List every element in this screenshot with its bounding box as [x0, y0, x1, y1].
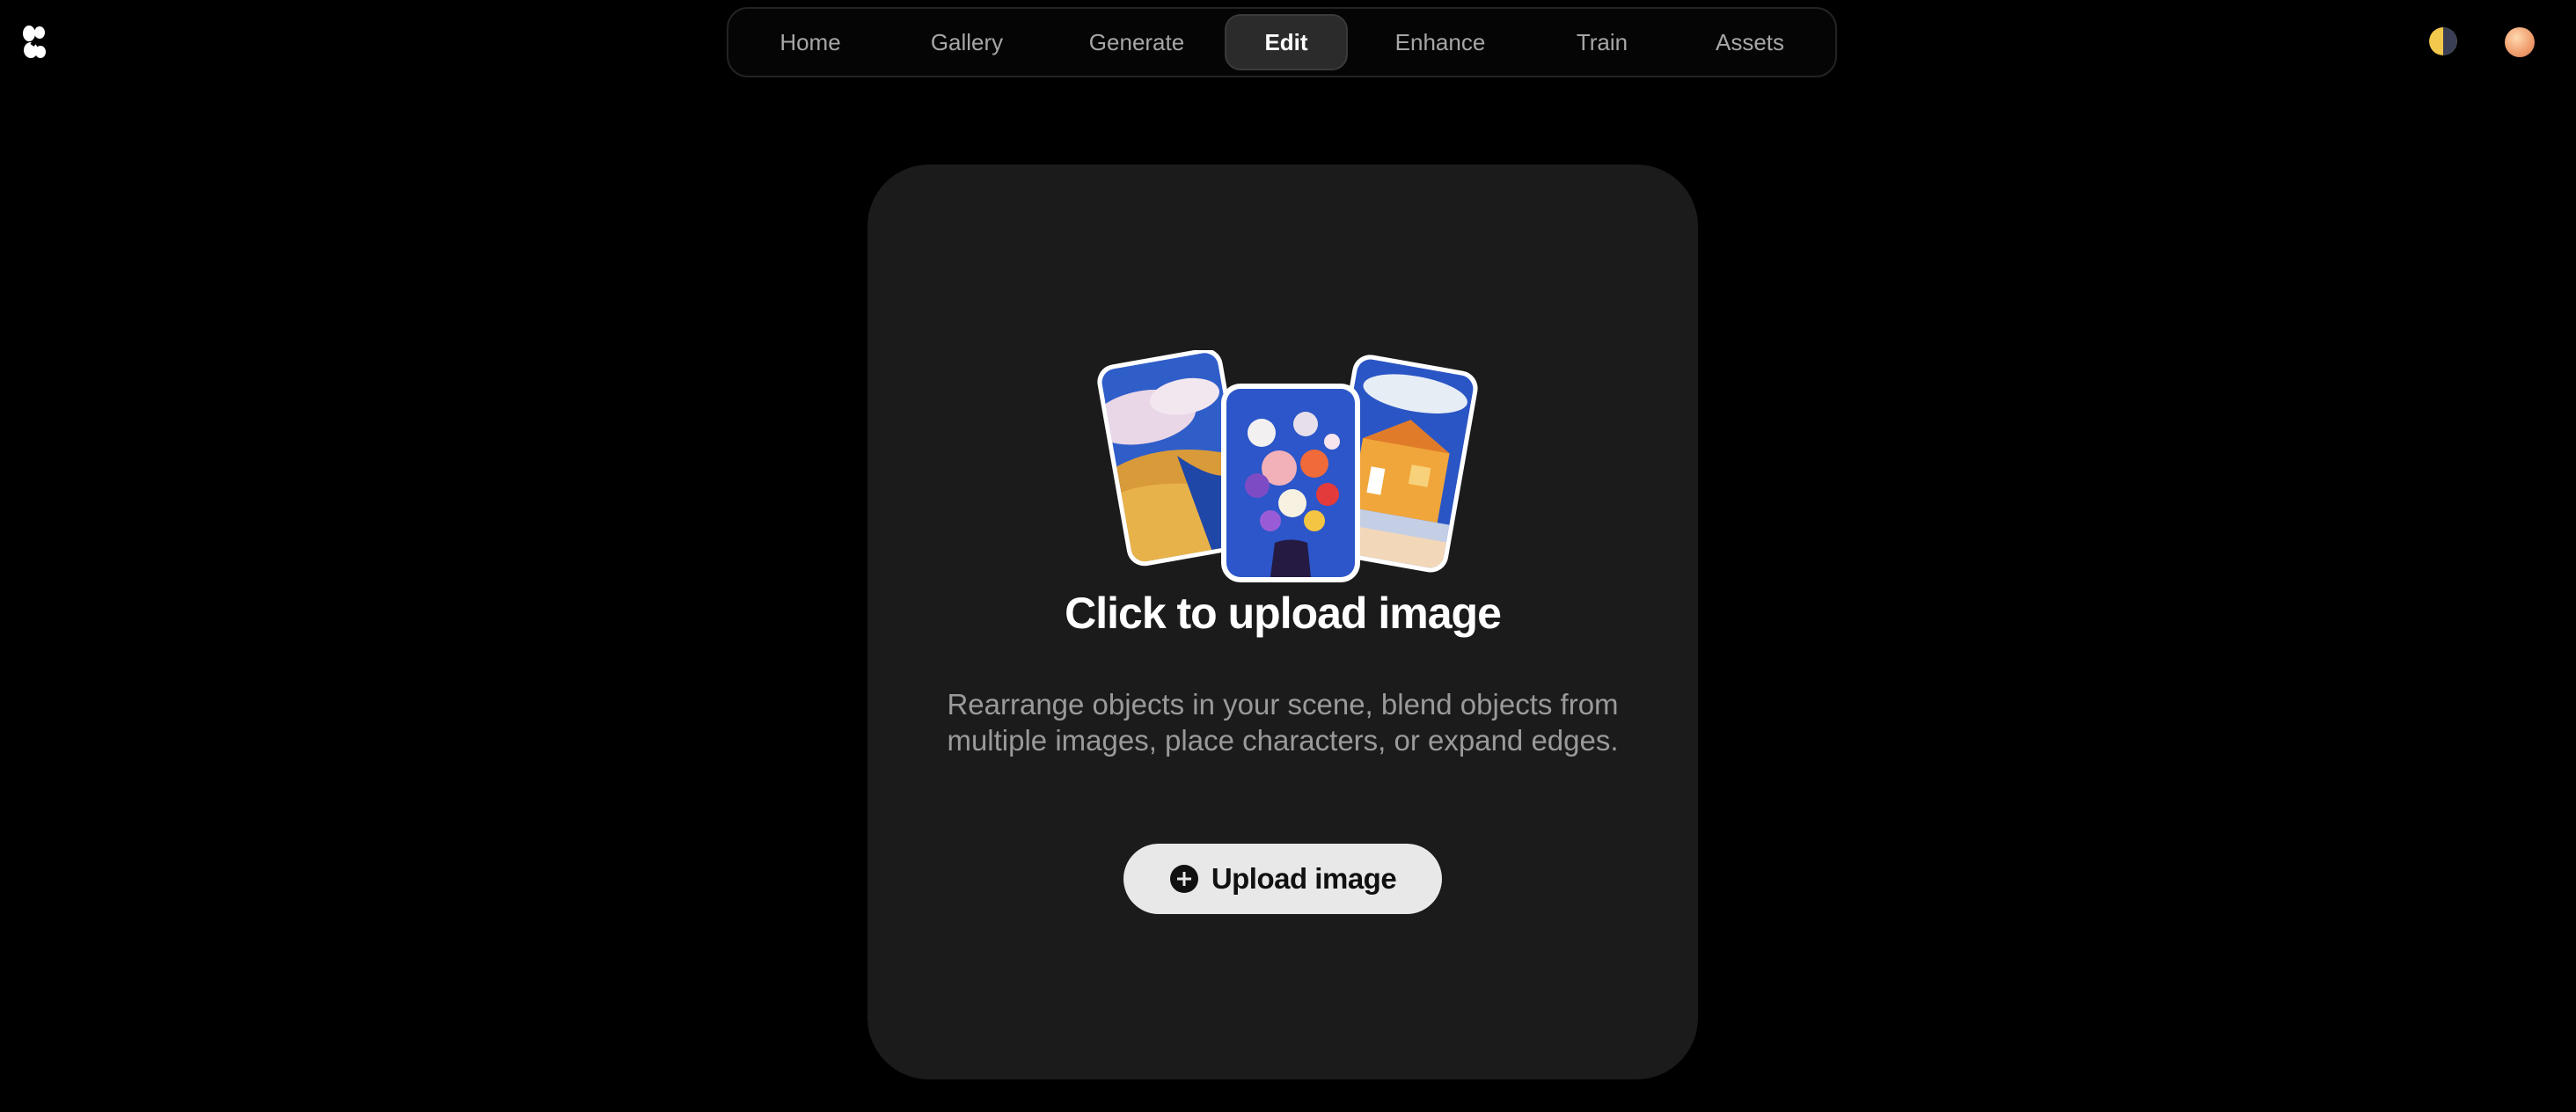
edit-page: Home Gallery Generate Edit Enhance Train…	[0, 0, 2576, 1112]
theme-toggle-icon[interactable]	[2429, 27, 2457, 55]
top-navigation: Home Gallery Generate Edit Enhance Train…	[727, 7, 1837, 77]
nav-edit[interactable]: Edit	[1225, 14, 1348, 70]
user-avatar[interactable]	[2505, 27, 2535, 57]
artwork-card-center	[1221, 384, 1360, 582]
artwork-cards-illustration	[1097, 350, 1478, 582]
upload-image-button-label: Upload image	[1211, 862, 1397, 895]
upload-title: Click to upload image	[1065, 589, 1502, 638]
nav-gallery[interactable]: Gallery	[885, 14, 1049, 70]
nav-enhance[interactable]: Enhance	[1348, 14, 1533, 70]
upload-description: Rearrange objects in your scene, blend o…	[947, 688, 1619, 757]
nav-assets[interactable]: Assets	[1672, 14, 1828, 70]
krea-logo-icon[interactable]	[21, 25, 48, 60]
plus-circle-icon	[1169, 865, 1198, 893]
nav-train[interactable]: Train	[1533, 14, 1672, 70]
upload-image-button[interactable]: Upload image	[1123, 844, 1442, 914]
nav-home[interactable]: Home	[735, 14, 885, 70]
nav-generate[interactable]: Generate	[1049, 14, 1225, 70]
